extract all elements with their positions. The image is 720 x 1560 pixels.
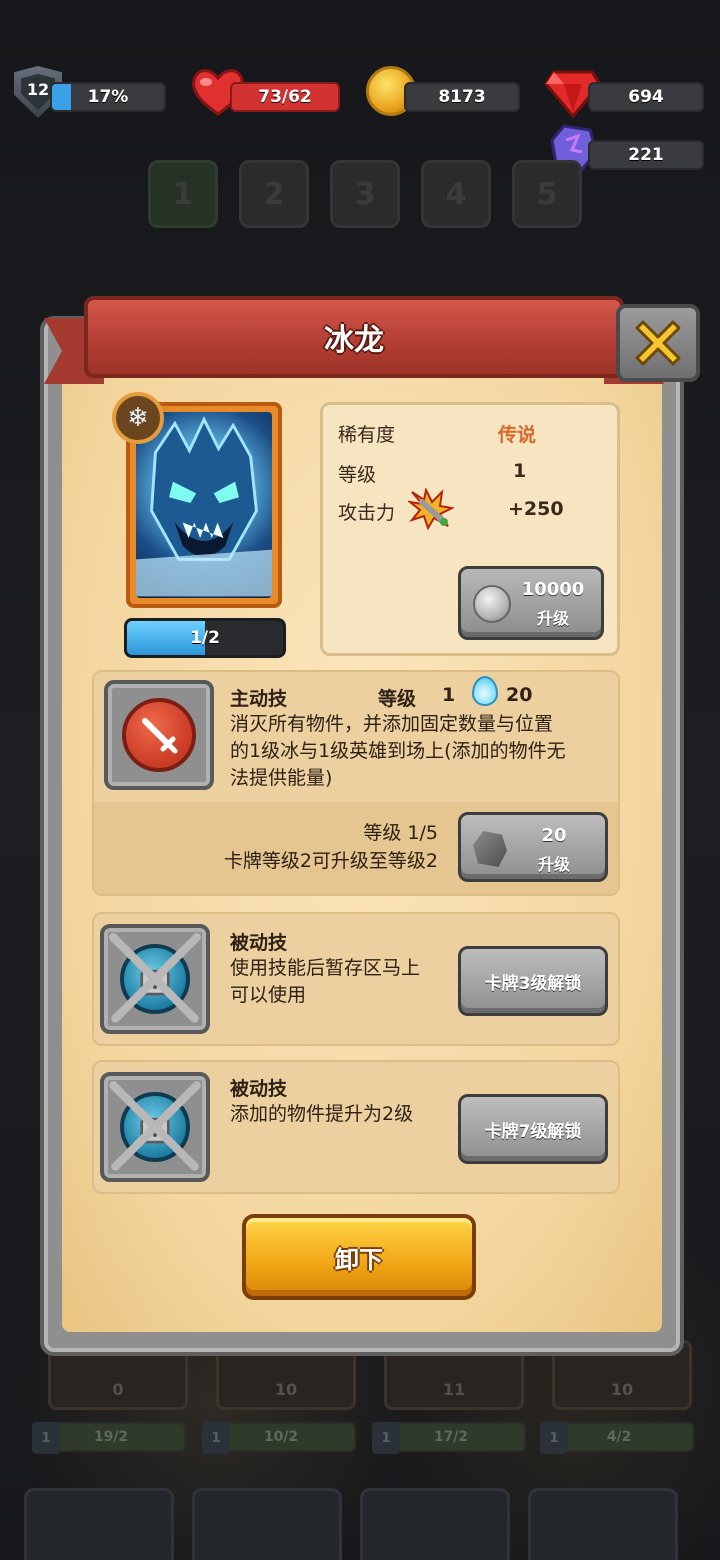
card-upgrade-label: 升级 xyxy=(536,609,569,628)
background-card xyxy=(24,1488,174,1560)
card-progress-text: 17/2 xyxy=(433,1429,469,1445)
passive-skill-type: 被动技 xyxy=(230,1078,288,1100)
health-counter[interactable]: 73/62 xyxy=(230,82,340,112)
deck-tab-3[interactable]: 3 xyxy=(330,160,400,228)
skill-upgrade-cost: 20 xyxy=(541,825,567,846)
level-value: 1 xyxy=(513,460,527,482)
unlock-label: 卡牌3级解锁 xyxy=(484,973,582,994)
rarity-value: 传说 xyxy=(498,424,537,446)
active-skill-description-line: 消灭所有物件，并添加固定数量与位置 xyxy=(230,713,554,735)
crystals-counter[interactable]: 221 xyxy=(588,140,704,170)
title-banner: 冰龙 xyxy=(84,296,624,378)
passive-skill-description-line: 使用技能后暂存区马上 xyxy=(230,957,421,979)
deck-tab-2[interactable]: 2 xyxy=(239,160,309,228)
level-label: 等级 xyxy=(338,464,377,486)
unlock-label: 卡牌7级解锁 xyxy=(484,1121,582,1142)
passive-skill-description-line: 可以使用 xyxy=(230,984,307,1006)
card-copies-progress: 1/2 xyxy=(124,618,286,658)
snowflake-icon: ❄ xyxy=(112,392,164,444)
active-skill-level-progress: 等级 1/5 xyxy=(363,822,438,844)
card-count: 10 xyxy=(274,1380,298,1399)
background-card xyxy=(360,1488,510,1560)
crystals-text: 221 xyxy=(628,145,664,165)
locked-skill-icon-frame xyxy=(100,924,210,1034)
card-count: 11 xyxy=(442,1380,466,1399)
energy-drop-icon xyxy=(472,676,498,706)
locked-skill-icon-frame xyxy=(100,1072,210,1182)
background-card-progress: 1 10/2 xyxy=(202,1422,356,1454)
card-title: 冰龙 xyxy=(324,323,384,358)
card-count: 0 xyxy=(112,1380,124,1399)
card-progress-text: 10/2 xyxy=(263,1429,299,1445)
active-skill-level-value: 1 xyxy=(442,684,456,706)
card-copies-text: 1/2 xyxy=(190,628,220,648)
active-skill-upgrade-requirement: 卡牌等级2可升级至等级2 xyxy=(223,850,438,872)
gems-counter[interactable]: 694 xyxy=(588,82,704,112)
rarity-label: 稀有度 xyxy=(338,424,396,446)
active-skill-energy-cost: 20 xyxy=(506,684,533,706)
card-upgrade-button[interactable]: 10000 升级 xyxy=(458,566,604,640)
silver-coin-icon xyxy=(473,585,511,623)
skill-upgrade-label: 升级 xyxy=(537,855,570,874)
passive-skill-type: 被动技 xyxy=(230,932,288,954)
deck-tab-label: 1 xyxy=(172,176,194,212)
deck-tab-label: 5 xyxy=(536,176,558,212)
card-level: 1 xyxy=(202,1422,230,1454)
deck-tab-4[interactable]: 4 xyxy=(421,160,491,228)
attack-value: +250 xyxy=(508,498,564,520)
card-count: 10 xyxy=(610,1380,634,1399)
gold-text: 8173 xyxy=(438,87,486,107)
level-progress-fill xyxy=(52,84,72,110)
skill-upgrade-button[interactable]: 20 升级 xyxy=(458,812,608,882)
ice-dragon-art xyxy=(136,412,272,598)
passive-skill-description-line: 添加的物件提升为2级 xyxy=(230,1103,414,1125)
level-progress-bar: 17% xyxy=(50,82,166,112)
deck-tab-label: 3 xyxy=(354,176,376,212)
sword-icon xyxy=(122,698,196,772)
card-progress-text: 4/2 xyxy=(606,1429,632,1445)
player-level-badge: 12 xyxy=(26,80,50,99)
background-card xyxy=(528,1488,678,1560)
background-card-progress: 1 17/2 xyxy=(372,1422,526,1454)
health-text: 73/62 xyxy=(258,87,312,107)
unload-label: 卸下 xyxy=(335,1245,383,1274)
attack-label: 攻击力 xyxy=(338,502,396,524)
card-level: 1 xyxy=(372,1422,400,1454)
background-card-progress: 1 4/2 xyxy=(540,1422,694,1454)
active-skill-type: 主动技 xyxy=(230,688,288,710)
level-progress-text: 17% xyxy=(87,87,129,107)
close-button[interactable] xyxy=(616,304,700,382)
card-level: 1 xyxy=(540,1422,568,1454)
unload-button[interactable]: 卸下 xyxy=(242,1214,476,1300)
chains-icon xyxy=(109,933,201,1025)
gold-counter[interactable]: 8173 xyxy=(404,82,520,112)
unlock-at-card-level-7-button[interactable]: 卡牌7级解锁 xyxy=(458,1094,608,1164)
deck-tab-5[interactable]: 5 xyxy=(512,160,582,228)
deck-tab-label: 2 xyxy=(263,176,285,212)
close-icon xyxy=(635,320,681,366)
gems-text: 694 xyxy=(628,87,664,107)
attack-burst-icon xyxy=(408,488,454,530)
active-skill-level-label: 等级 xyxy=(378,688,417,710)
deck-tab-1[interactable]: 1 xyxy=(148,160,218,228)
deck-tab-label: 4 xyxy=(445,176,467,212)
card-progress-text: 19/2 xyxy=(93,1429,129,1445)
active-skill-icon-frame xyxy=(104,680,214,790)
background-card xyxy=(192,1488,342,1560)
chains-icon xyxy=(109,1081,201,1173)
unlock-at-card-level-3-button[interactable]: 卡牌3级解锁 xyxy=(458,946,608,1016)
card-upgrade-cost: 10000 xyxy=(521,579,585,600)
stone-icon xyxy=(473,831,507,867)
card-level: 1 xyxy=(32,1422,60,1454)
active-skill-description-line: 的1级冰与1级英雄到场上(添加的物件无 xyxy=(230,740,566,762)
active-skill-description-line: 法提供能量) xyxy=(230,767,333,789)
background-card-progress: 1 19/2 xyxy=(32,1422,186,1454)
